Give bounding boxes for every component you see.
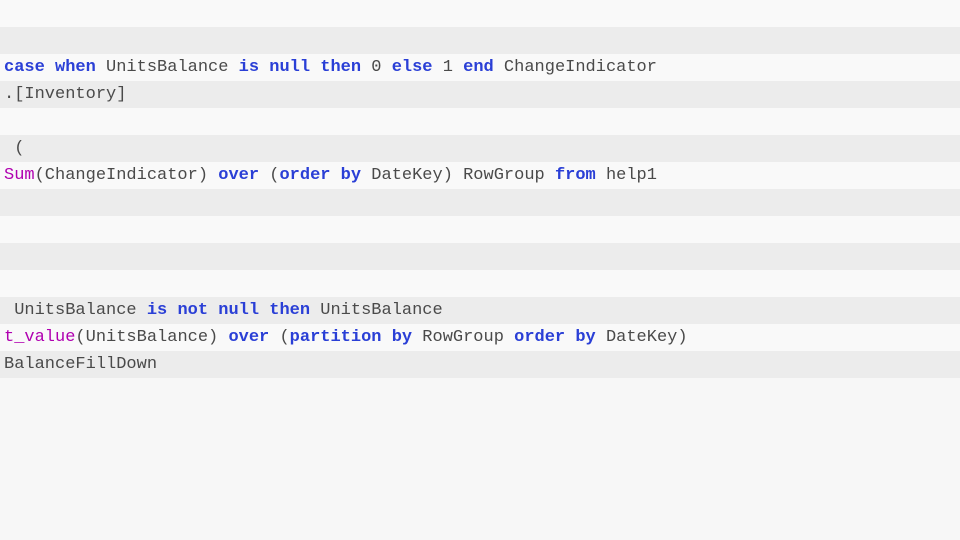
code-text: RowGroup [412,328,514,347]
keyword: over [218,166,259,185]
keyword: order by [279,166,361,185]
code-text: ( [259,166,279,185]
code-line [0,27,960,54]
code-line: t_value(UnitsBalance) over (partition by… [0,324,960,351]
code-line: BalanceFillDown [0,351,960,378]
code-text: 1 [433,58,464,77]
code-line [0,243,960,270]
code-text: DateKey) RowGroup [361,166,555,185]
code-line [0,216,960,243]
code-text: ( [4,139,24,158]
code-line: case when UnitsBalance is null then 0 el… [0,54,960,81]
code-text [259,301,269,320]
code-text [310,58,320,77]
keyword: over [228,328,269,347]
keyword: then [269,301,310,320]
code-text: DateKey) [596,328,688,347]
code-line: .[Inventory] [0,81,960,108]
code-text: UnitsBalance [96,58,239,77]
code-editor[interactable]: case when UnitsBalance is null then 0 el… [0,0,960,540]
function: Sum [4,166,35,185]
code-text [167,301,177,320]
code-text: UnitsBalance [4,301,147,320]
code-line [0,0,960,27]
code-text: BalanceFillDown [4,355,157,374]
code-line: ( [0,135,960,162]
keyword: else [392,58,433,77]
code-text: 0 [361,58,392,77]
code-text: UnitsBalance [310,301,443,320]
code-line [0,270,960,297]
keyword: is null [239,58,310,77]
keyword: case when [4,58,96,77]
code-line: Sum(ChangeIndicator) over (order by Date… [0,162,960,189]
code-line [0,189,960,216]
keyword: not null [177,301,259,320]
function: t_value [4,328,75,347]
keyword: then [320,58,361,77]
keyword: end [463,58,494,77]
code-text: (UnitsBalance) [75,328,228,347]
code-text: (ChangeIndicator) [35,166,219,185]
code-line [0,108,960,135]
code-text: ( [269,328,289,347]
keyword: from [555,166,596,185]
code-text: .[Inventory] [4,85,126,104]
keyword: is [147,301,167,320]
keyword: order by [514,328,596,347]
code-line: UnitsBalance is not null then UnitsBalan… [0,297,960,324]
code-text: ChangeIndicator [494,58,657,77]
keyword: partition by [290,328,412,347]
code-text: help1 [596,166,657,185]
